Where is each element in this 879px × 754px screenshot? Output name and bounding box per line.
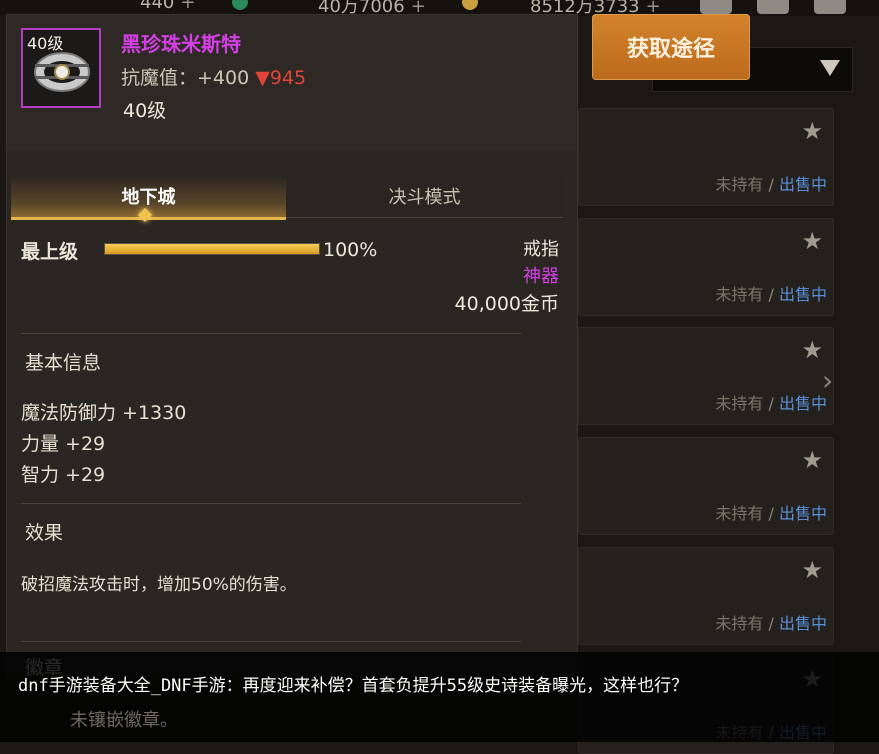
item-header: 40级 黑珍珠米斯特 抗魔值：+400 ▼945 40级 [7, 15, 577, 150]
status-not-owned: 未持有 [715, 394, 764, 413]
caption-overlay: 未镶嵌徽章。 dnf手游装备大全_DNF手游：再度迎来补偿？首套负提升55级史诗… [0, 652, 879, 742]
upgrade-progress-text: 100% [323, 239, 378, 261]
coin-icon [462, 0, 478, 10]
item-stat-value: +400 [197, 67, 250, 89]
item-rarity: 神器 [523, 266, 559, 287]
mode-tabs: 地下城 决斗模式 [11, 175, 563, 220]
divider [21, 503, 521, 504]
tab-duel-mode[interactable]: 决斗模式 [286, 175, 563, 218]
item-name: 黑珍珠米斯特 [121, 32, 241, 56]
status-separator: / [768, 614, 774, 633]
status-on-sale: 出售中 [778, 614, 827, 633]
list-item[interactable]: ★ 未持有 / 出售中 [578, 547, 834, 645]
list-item[interactable]: ★ 未持有 / 出售中 [578, 218, 834, 316]
upgrade-progress-bar [104, 243, 320, 255]
list-item-status: 未持有 / 出售中 [715, 281, 827, 305]
mail-icon[interactable] [757, 0, 789, 14]
list-item-status: 未持有 / 出售中 [715, 610, 827, 634]
list-item-status: 未持有 / 出售中 [715, 171, 827, 195]
status-separator: / [768, 394, 774, 413]
ring-icon [34, 52, 90, 92]
star-icon[interactable]: ★ [801, 227, 823, 255]
gem-icon [232, 0, 248, 10]
status-on-sale: 出售中 [778, 285, 827, 304]
item-icon: 40级 [21, 28, 101, 108]
item-stat-compare: ▼945 [255, 67, 307, 89]
chevron-down-icon [820, 60, 840, 76]
status-not-owned: 未持有 [715, 504, 764, 523]
star-icon[interactable]: ★ [801, 336, 823, 364]
divider [21, 333, 521, 334]
status-not-owned: 未持有 [715, 285, 764, 304]
list-item[interactable]: ★ 未持有 / 出售中 [578, 327, 834, 425]
basic-info-title: 基本信息 [25, 352, 102, 374]
upgrade-progress-fill [105, 244, 319, 254]
star-icon[interactable]: ★ [801, 446, 823, 474]
status-on-sale: 出售中 [778, 504, 827, 523]
shop-icon[interactable] [700, 0, 732, 14]
chevron-right-icon[interactable]: › [822, 364, 833, 397]
list-item[interactable]: ★ 未持有 / 出售中 [578, 108, 834, 206]
list-item[interactable]: ★ 未持有 / 出售中 [578, 437, 834, 535]
status-on-sale: 出售中 [778, 175, 827, 194]
item-level: 40级 [123, 100, 167, 122]
item-price: 40,000金币 [454, 293, 559, 315]
item-stat: 抗魔值：+400 ▼945 [121, 63, 306, 90]
item-tooltip: 40级 黑珍珠米斯特 抗魔值：+400 ▼945 40级 地下城 决斗模式 最上… [6, 14, 578, 676]
resource-1: 440 + [140, 0, 195, 13]
status-separator: / [768, 175, 774, 194]
basic-stat-line: 智力 +29 [21, 464, 106, 486]
effect-text: 破招魔法攻击时，增加50%的伤害。 [21, 575, 297, 595]
basic-stat-line: 力量 +29 [21, 433, 106, 455]
status-not-owned: 未持有 [715, 175, 764, 194]
basic-stat-line: 魔法防御力 +1330 [21, 402, 187, 424]
divider [21, 641, 521, 642]
item-type: 戒指 [523, 239, 559, 260]
emblem-empty-text: 未镶嵌徽章。 [70, 710, 178, 731]
list-item-status: 未持有 / 出售中 [715, 390, 827, 414]
list-item-status: 未持有 / 出售中 [715, 500, 827, 524]
caption-text: dnf手游装备大全_DNF手游：再度迎来补偿？首套负提升55级史诗装备曝光，这样… [18, 676, 689, 696]
status-separator: / [768, 504, 774, 523]
star-icon[interactable]: ★ [801, 556, 823, 584]
status-on-sale: 出售中 [778, 394, 827, 413]
upgrade-grade-label: 最上级 [21, 241, 79, 263]
item-level-badge: 40级 [27, 34, 64, 53]
effect-title: 效果 [25, 522, 64, 544]
chat-icon[interactable] [814, 0, 846, 14]
acquire-source-button[interactable]: 获取途径 [592, 14, 750, 80]
status-not-owned: 未持有 [715, 614, 764, 633]
item-stat-label: 抗魔值： [121, 67, 198, 89]
status-separator: / [768, 285, 774, 304]
star-icon[interactable]: ★ [801, 117, 823, 145]
resource-1-value: 440 [140, 0, 175, 13]
resource-1-plus-button[interactable]: + [180, 0, 195, 13]
